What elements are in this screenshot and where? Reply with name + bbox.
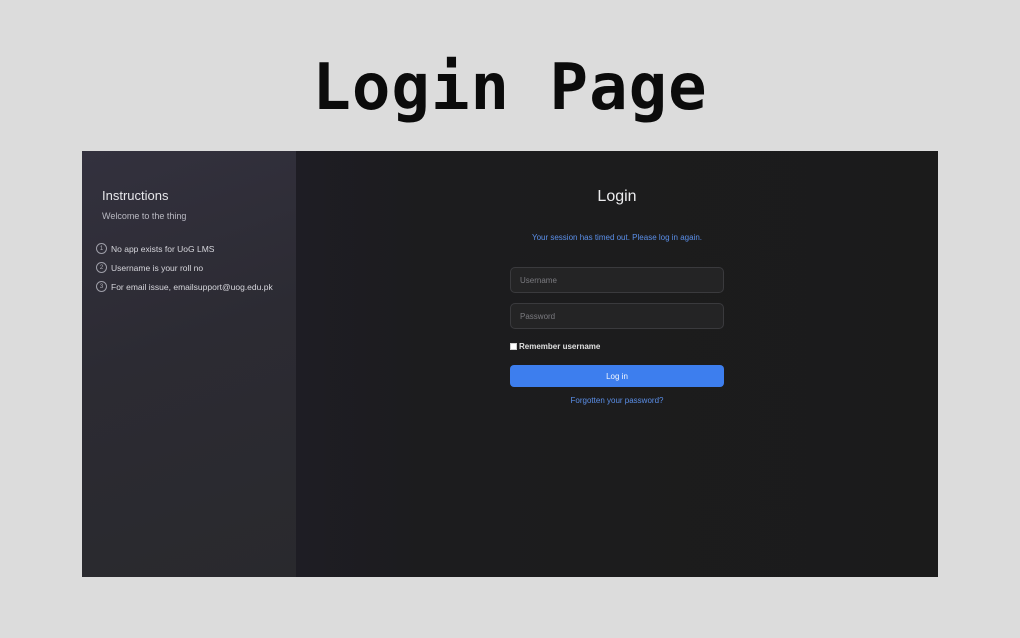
instructions-subtitle: Welcome to the thing [102,211,187,221]
login-button[interactable]: Log in [510,365,724,387]
instruction-list: 1 No app exists for UoG LMS 2 Username i… [96,239,296,296]
instruction-item: 2 Username is your roll no [96,258,296,277]
remember-username-label: Remember username [519,342,601,351]
instruction-item: 1 No app exists for UoG LMS [96,239,296,258]
password-input[interactable] [510,303,724,329]
number-circle-icon: 1 [96,243,107,254]
instructions-title: Instructions [102,188,169,203]
username-input[interactable] [510,267,724,293]
forgot-password-link[interactable]: Forgotten your password? [296,396,938,405]
login-window: Instructions Welcome to the thing 1 No a… [82,151,938,577]
remember-username-row[interactable]: Remember username [510,342,600,351]
instruction-item: 3 For email issue, emailsupport@uog.edu.… [96,277,296,296]
instruction-text: For email issue, emailsupport@uog.edu.pk [111,281,273,292]
remember-username-checkbox[interactable] [510,343,517,350]
number-circle-icon: 2 [96,262,107,273]
login-panel: Login Your session has timed out. Please… [296,151,938,577]
session-timeout-message: Your session has timed out. Please log i… [531,233,703,242]
instructions-sidebar: Instructions Welcome to the thing 1 No a… [82,151,296,577]
login-title: Login [597,188,637,205]
number-circle-icon: 3 [96,281,107,292]
instruction-text: No app exists for UoG LMS [111,243,215,254]
instruction-text: Username is your roll no [111,262,204,273]
page-title: Login Page [312,51,708,125]
